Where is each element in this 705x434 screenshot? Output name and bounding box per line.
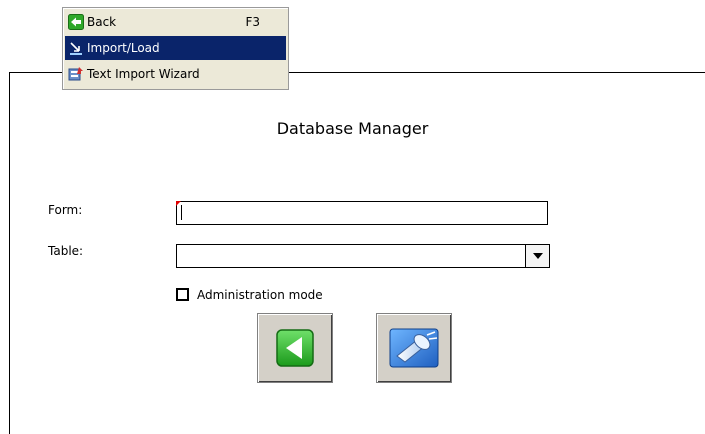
menu-item-shortcut: F3 — [245, 15, 260, 29]
table-label: Table: — [48, 244, 84, 258]
context-menu: Back F3 Import/Load Text Import Wizard — [62, 7, 289, 90]
chevron-down-icon — [532, 253, 543, 259]
form-label: Form: — [48, 203, 83, 217]
text-caret — [181, 205, 182, 220]
admin-mode-label: Administration mode — [197, 288, 323, 302]
admin-mode-checkbox[interactable] — [176, 288, 189, 301]
back-button[interactable] — [257, 313, 333, 383]
back-arrow-icon — [276, 329, 314, 367]
search-button[interactable] — [376, 313, 452, 383]
table-select[interactable] — [176, 244, 550, 268]
page-title: Database Manager — [276, 119, 429, 138]
menu-item-label: Text Import Wizard — [87, 67, 200, 81]
dropdown-button[interactable] — [525, 245, 549, 267]
menu-item-text-import-wizard[interactable]: Text Import Wizard — [65, 62, 286, 86]
text-import-wizard-icon — [68, 67, 83, 81]
menu-item-back[interactable]: Back F3 — [65, 10, 286, 34]
menu-item-label: Import/Load — [87, 41, 160, 55]
menu-item-label: Back — [87, 15, 117, 29]
form-input[interactable] — [176, 201, 548, 225]
flashlight-icon — [389, 328, 439, 368]
menu-item-import-load[interactable]: Import/Load — [65, 36, 286, 60]
back-arrow-icon — [68, 14, 84, 30]
import-load-icon — [70, 42, 82, 55]
